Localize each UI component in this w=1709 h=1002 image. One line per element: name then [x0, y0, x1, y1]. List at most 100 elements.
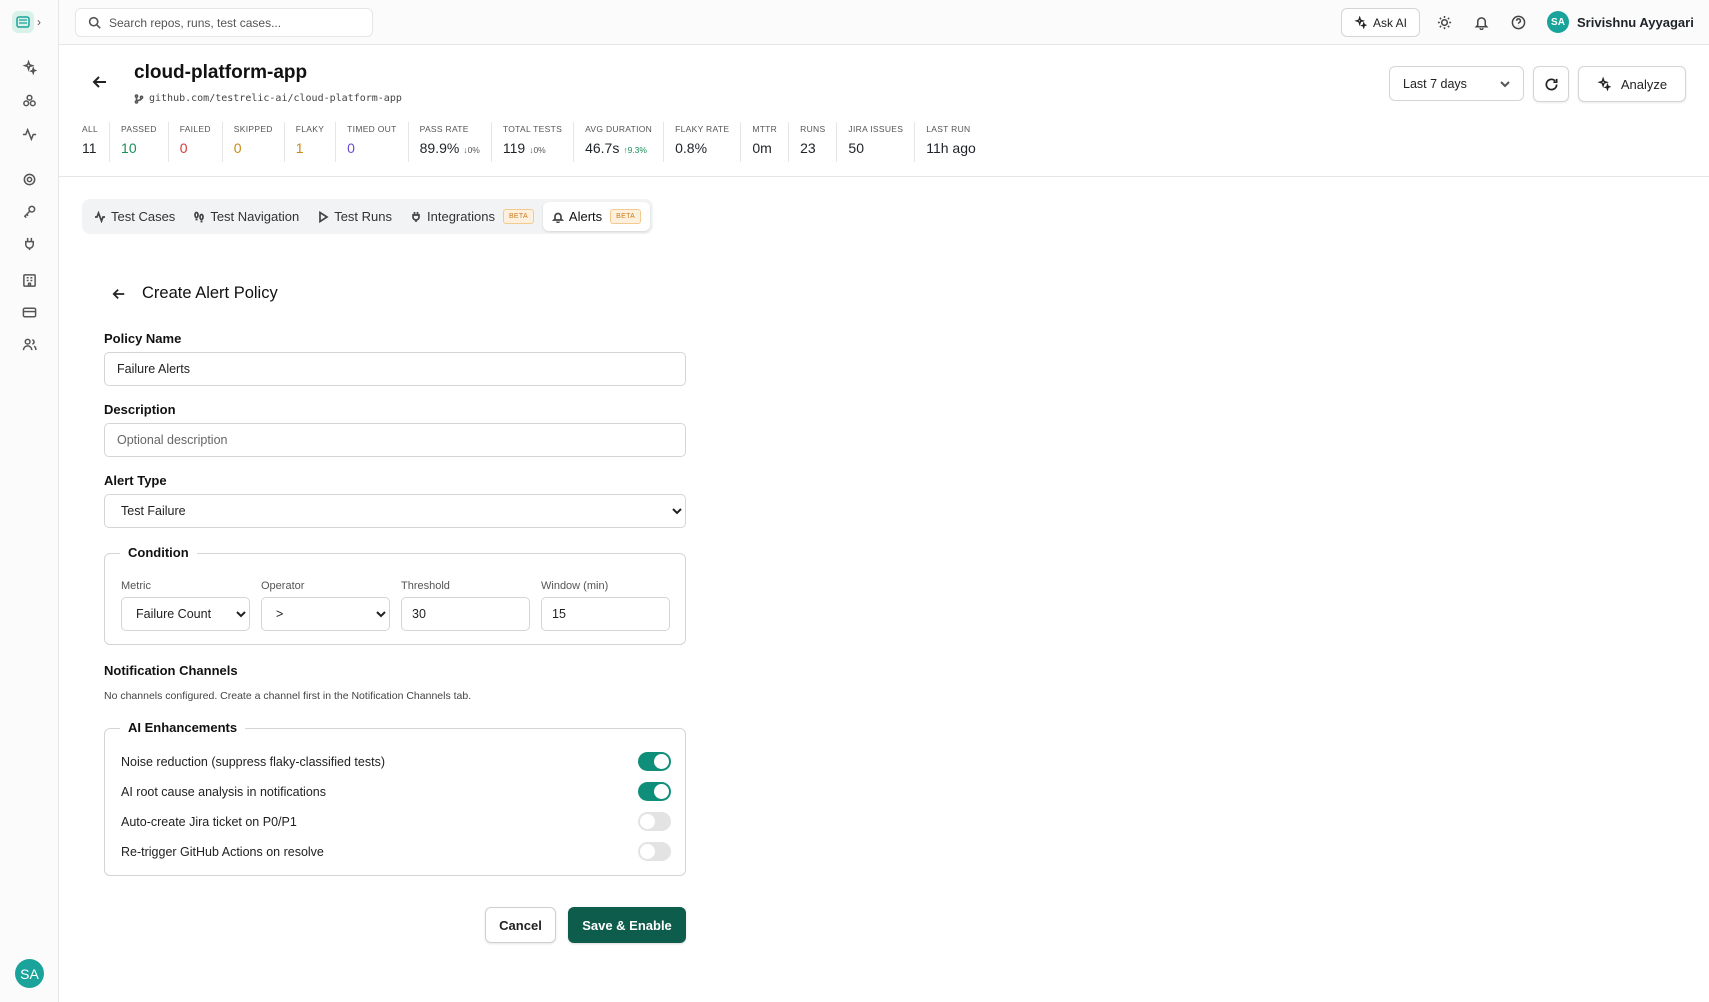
ask-ai-button[interactable]: Ask AI: [1341, 8, 1420, 37]
notification-channels-note: No channels configured. Create a channel…: [104, 690, 472, 702]
stat-label: SKIPPED: [233, 124, 273, 134]
stat-failed: FAILED 0: [169, 122, 223, 162]
tab-test-runs[interactable]: Test Runs: [308, 202, 401, 231]
header-divider: [59, 176, 1709, 177]
tab-test-navigation[interactable]: Test Navigation: [184, 202, 308, 231]
repo-link[interactable]: github.com/testrelic-ai/cloud-platform-a…: [134, 93, 402, 104]
sparkle-icon: [1354, 16, 1367, 29]
search-input[interactable]: [109, 15, 349, 30]
description-input[interactable]: [104, 423, 686, 457]
search-box[interactable]: [75, 8, 373, 37]
toggle-label: Re-trigger GitHub Actions on resolve: [121, 844, 324, 859]
sparkle-icon[interactable]: [19, 57, 39, 77]
tab-integrations[interactable]: Integrations BETA: [401, 202, 543, 231]
stat-label: LAST RUN: [926, 124, 971, 134]
window-input[interactable]: [541, 597, 670, 631]
search-icon: [88, 16, 101, 29]
stat-passed: PASSED 10: [110, 122, 169, 162]
alert-type-select[interactable]: Test Failure: [104, 494, 686, 528]
refresh-button[interactable]: [1533, 66, 1569, 102]
stat-value: 89.9%: [419, 140, 460, 156]
notifications-bell-icon[interactable]: [1472, 13, 1490, 31]
stat-value: 119: [502, 140, 526, 156]
form-header: Create Alert Policy: [112, 284, 278, 303]
beta-badge: BETA: [610, 209, 642, 224]
tab-test-cases[interactable]: Test Cases: [85, 202, 184, 231]
user-menu[interactable]: SA Srivishnu Ayyagari: [1547, 11, 1694, 33]
activity-icon[interactable]: [19, 124, 39, 144]
users-icon[interactable]: [19, 334, 39, 354]
operator-label: Operator: [261, 580, 305, 592]
logo-switcher[interactable]: ›: [12, 10, 48, 34]
chevron-down-icon: [1499, 78, 1511, 93]
stat-total-tests: TOTAL TESTS 119 ↓0%: [492, 122, 575, 162]
toggle-knob: [640, 844, 655, 859]
ask-ai-label: Ask AI: [1372, 15, 1407, 30]
alert-type-label: Alert Type: [104, 473, 167, 488]
condition-fieldset: Condition Metric Failure Count Operator …: [104, 545, 686, 645]
settings-icon[interactable]: [19, 169, 39, 189]
toggle-knob: [654, 784, 669, 799]
toggle-label: Auto-create Jira ticket on P0/P1: [121, 814, 297, 829]
metric-select[interactable]: Failure Count: [121, 597, 250, 631]
stat-value: 1: [295, 140, 304, 156]
stat-value-wrap: 50: [848, 140, 903, 156]
stat-value-wrap: 23: [800, 140, 825, 156]
repo-url-text: github.com/testrelic-ai/cloud-platform-a…: [149, 93, 402, 104]
stat-flaky-rate: FLAKY RATE 0.8%: [664, 122, 742, 162]
date-range-select[interactable]: Last 7 days: [1389, 66, 1524, 101]
back-arrow-icon[interactable]: [112, 287, 126, 301]
theme-toggle-sun-icon[interactable]: [1435, 13, 1453, 31]
date-range-value: Last 7 days: [1403, 76, 1467, 91]
integrations-cluster-icon[interactable]: [19, 90, 39, 110]
ai-enhancements-fieldset: AI Enhancements Noise reduction (suppres…: [104, 720, 686, 876]
plug-icon[interactable]: [19, 233, 39, 253]
retrigger-github-toggle[interactable]: [638, 842, 671, 861]
toggle-knob: [640, 814, 655, 829]
top-bar: Ask AI SA Srivishnu Ayyagari: [59, 0, 1709, 45]
stat-value-wrap: 10: [121, 140, 157, 156]
operator-select[interactable]: >: [261, 597, 390, 631]
stat-label: PASS RATE: [419, 124, 469, 134]
sidebar: › SA: [0, 0, 59, 1002]
stat-label: RUNS: [800, 124, 826, 134]
cancel-button[interactable]: Cancel: [485, 907, 556, 943]
tab-label: Integrations: [427, 209, 495, 224]
stat-label: FAILED: [179, 124, 211, 134]
policy-name-input[interactable]: [104, 352, 686, 386]
noise-reduction-toggle[interactable]: [638, 752, 671, 771]
stat-value: 11: [82, 140, 97, 156]
stat-value-wrap: 0.8%: [675, 140, 729, 156]
key-icon[interactable]: [19, 201, 39, 221]
building-icon[interactable]: [19, 270, 39, 290]
sparkle-icon: [1597, 77, 1611, 91]
policy-name-label: Policy Name: [104, 331, 182, 346]
stat-value-wrap: 11: [82, 140, 98, 156]
auto-jira-toggle[interactable]: [638, 812, 671, 831]
stat-skipped: SKIPPED 0: [223, 122, 285, 162]
stats-bar: ALL 11 PASSED 10 FAILED 0 SKIPPED 0 FLAKY 1 TIMED …: [71, 122, 987, 162]
ai-root-cause-toggle[interactable]: [638, 782, 671, 801]
stat-value-wrap: 89.9% ↓0%: [420, 140, 480, 156]
stat-label: ALL: [82, 124, 99, 134]
tab-bar: Test Cases Test Navigation Test Runs Int…: [82, 199, 654, 234]
stat-avg-duration: AVG DURATION 46.7s ↑9.3%: [574, 122, 665, 162]
tab-label: Test Cases: [111, 209, 176, 224]
avatar[interactable]: SA: [15, 959, 44, 988]
save-enable-button[interactable]: Save & Enable: [568, 907, 686, 943]
toggle-label: AI root cause analysis in notifications: [121, 784, 326, 799]
stat-timed-out: TIMED OUT 0: [336, 122, 409, 162]
stat-value-wrap: 0: [180, 140, 211, 156]
stat-delta: ↓0%: [463, 145, 480, 155]
toggle-row-ai-root-cause: AI root cause analysis in notifications: [121, 782, 671, 801]
tab-alerts[interactable]: Alerts BETA: [542, 202, 651, 231]
help-icon[interactable]: [1509, 13, 1527, 31]
threshold-input[interactable]: [401, 597, 530, 631]
stat-value: 46.7s: [585, 140, 620, 156]
notification-channels-title: Notification Channels: [104, 663, 238, 678]
back-arrow-icon[interactable]: [92, 74, 108, 90]
credit-card-icon[interactable]: [19, 302, 39, 322]
beta-badge: BETA: [502, 209, 534, 224]
footprints-icon: [194, 211, 205, 222]
analyze-button[interactable]: Analyze: [1578, 66, 1686, 102]
